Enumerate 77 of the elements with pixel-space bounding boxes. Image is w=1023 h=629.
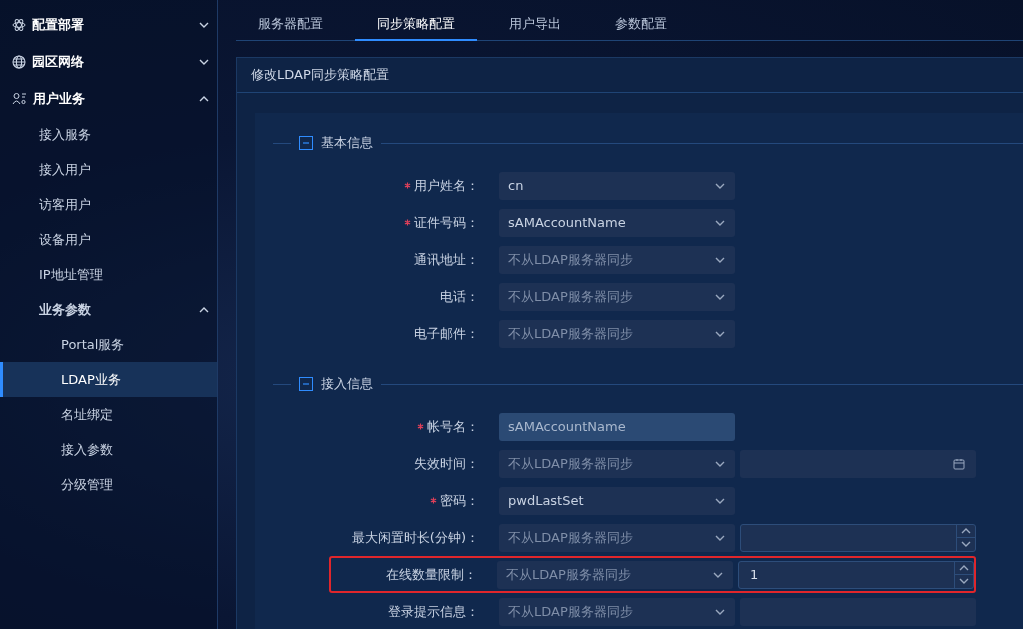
- chevron-down-icon: [961, 541, 971, 548]
- asterisk-icon: [404, 182, 411, 189]
- nav-item[interactable]: 业务参数: [0, 292, 217, 327]
- chevron-down-icon: [715, 219, 725, 226]
- input-field[interactable]: sAMAccountName: [499, 412, 735, 441]
- calendar-icon: [953, 457, 965, 470]
- field-label: 失效时间：: [413, 454, 480, 473]
- input-field[interactable]: 1: [748, 566, 954, 583]
- nav-item[interactable]: 设备用户: [0, 222, 217, 257]
- chevron-down-icon: [959, 578, 969, 585]
- nav-item[interactable]: 接入服务: [0, 117, 217, 152]
- nav-group[interactable]: 配置部署: [0, 6, 217, 43]
- select-field[interactable]: sAMAccountName: [499, 208, 735, 237]
- nav-item[interactable]: 名址绑定: [0, 397, 217, 432]
- field-label: 电子邮件：: [413, 324, 480, 343]
- field-label: 登录提示信息：: [387, 602, 480, 621]
- chevron-down-icon: [715, 460, 725, 467]
- nav-item[interactable]: IP地址管理: [0, 257, 217, 292]
- field-label: 通讯地址：: [413, 250, 480, 269]
- asterisk-icon: [430, 497, 437, 504]
- nav-item[interactable]: 接入参数: [0, 432, 217, 467]
- section-title: 基本信息: [321, 134, 373, 152]
- field-label: 密码：: [333, 491, 499, 510]
- field-label: 在线数量限制：: [385, 565, 478, 584]
- field-label: 证件号码：: [333, 213, 499, 232]
- chevron-down-icon: [713, 571, 723, 578]
- select-field[interactable]: pwdLastSet: [499, 486, 735, 515]
- nav-item[interactable]: 接入用户: [0, 152, 217, 187]
- tab[interactable]: 服务器配置: [236, 15, 345, 41]
- tab[interactable]: 用户导出: [487, 15, 583, 41]
- select-field[interactable]: 不从LDAP服务器同步: [497, 560, 733, 589]
- section-title: 接入信息: [321, 375, 373, 393]
- nav-group[interactable]: 用户业务: [0, 80, 217, 117]
- select-field[interactable]: 不从LDAP服务器同步: [499, 523, 735, 552]
- select-field[interactable]: cn: [499, 171, 735, 200]
- asterisk-icon: [404, 219, 411, 226]
- atom-icon: [12, 17, 26, 32]
- chevron-icon: [199, 306, 209, 313]
- field-label: 电话：: [439, 287, 480, 306]
- nav-item[interactable]: Portal服务: [0, 327, 217, 362]
- minus-icon: [302, 380, 310, 388]
- collapse-toggle[interactable]: [299, 136, 313, 150]
- collapse-toggle[interactable]: [299, 377, 313, 391]
- chevron-up-icon: [961, 527, 971, 534]
- field-label: 用户姓名：: [333, 176, 499, 195]
- number-field[interactable]: [740, 523, 976, 552]
- field-label: 帐号名：: [333, 417, 499, 436]
- nav-item[interactable]: 分级管理: [0, 467, 217, 502]
- select-field[interactable]: 不从LDAP服务器同步: [499, 597, 735, 626]
- chevron-down-icon: [715, 256, 725, 263]
- nav-group[interactable]: 园区网络: [0, 43, 217, 80]
- globe-icon: [12, 54, 26, 69]
- select-field[interactable]: 不从LDAP服务器同步: [499, 282, 735, 311]
- chevron-down-icon: [715, 182, 725, 189]
- chevron-down-icon: [715, 608, 725, 615]
- asterisk-icon: [417, 423, 424, 430]
- field-label: 最大闲置时长(分钟)：: [350, 528, 480, 547]
- select-field[interactable]: 不从LDAP服务器同步: [499, 449, 735, 478]
- minus-icon: [302, 139, 310, 147]
- chevron-icon: [199, 21, 209, 28]
- select-field[interactable]: 不从LDAP服务器同步: [499, 245, 735, 274]
- users-icon: [12, 91, 27, 106]
- chevron-down-icon: [715, 293, 725, 300]
- chevron-down-icon: [715, 497, 725, 504]
- nav-item[interactable]: 访客用户: [0, 187, 217, 222]
- chevron-up-icon: [959, 564, 969, 571]
- date-field[interactable]: [740, 449, 976, 478]
- select-field[interactable]: 不从LDAP服务器同步: [499, 319, 735, 348]
- chevron-icon: [199, 95, 209, 102]
- panel-title: 修改LDAP同步策略配置: [237, 58, 1023, 93]
- number-field[interactable]: 1: [738, 560, 974, 589]
- chevron-icon: [199, 58, 209, 65]
- tab[interactable]: 参数配置: [593, 15, 689, 41]
- tab[interactable]: 同步策略配置: [355, 15, 477, 41]
- chevron-down-icon: [715, 330, 725, 337]
- nav-item[interactable]: LDAP业务: [0, 362, 217, 397]
- chevron-down-icon: [715, 534, 725, 541]
